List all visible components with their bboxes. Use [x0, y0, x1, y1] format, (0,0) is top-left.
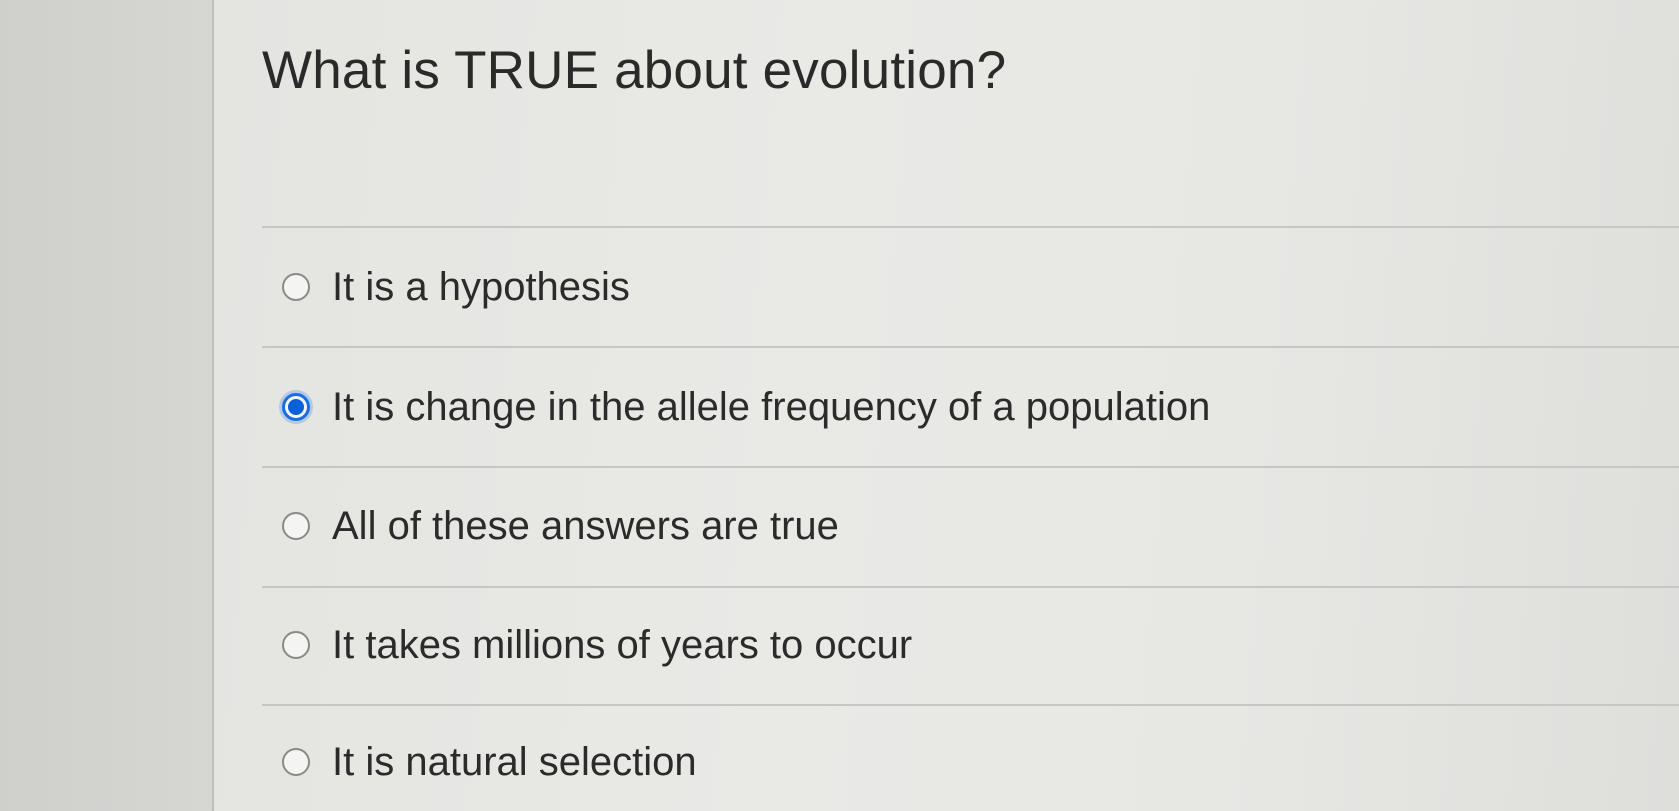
- radio-button[interactable]: [282, 631, 310, 659]
- answer-option-1[interactable]: It is a hypothesis: [282, 247, 630, 327]
- divider: [262, 704, 1679, 706]
- radio-button[interactable]: [282, 748, 310, 776]
- divider: [262, 346, 1679, 348]
- answer-option-5[interactable]: It is natural selection: [282, 722, 697, 802]
- radio-button[interactable]: [282, 512, 310, 540]
- radio-button-selected[interactable]: [282, 393, 310, 421]
- left-gutter: [0, 0, 212, 811]
- answer-option-3[interactable]: All of these answers are true: [282, 486, 839, 566]
- radio-button[interactable]: [282, 273, 310, 301]
- answer-option-label: All of these answers are true: [332, 503, 839, 548]
- answer-option-label: It is a hypothesis: [332, 264, 630, 309]
- question-title: What is TRUE about evolution?: [262, 41, 1007, 100]
- divider: [262, 466, 1679, 468]
- divider: [262, 586, 1679, 588]
- answer-option-4[interactable]: It takes millions of years to occur: [282, 605, 912, 685]
- answer-option-label: It is change in the allele frequency of …: [332, 384, 1211, 429]
- answer-option-label: It takes millions of years to occur: [332, 622, 913, 667]
- divider: [262, 226, 1679, 228]
- answer-option-2[interactable]: It is change in the allele frequency of …: [282, 367, 1210, 447]
- answer-option-label: It is natural selection: [332, 739, 697, 784]
